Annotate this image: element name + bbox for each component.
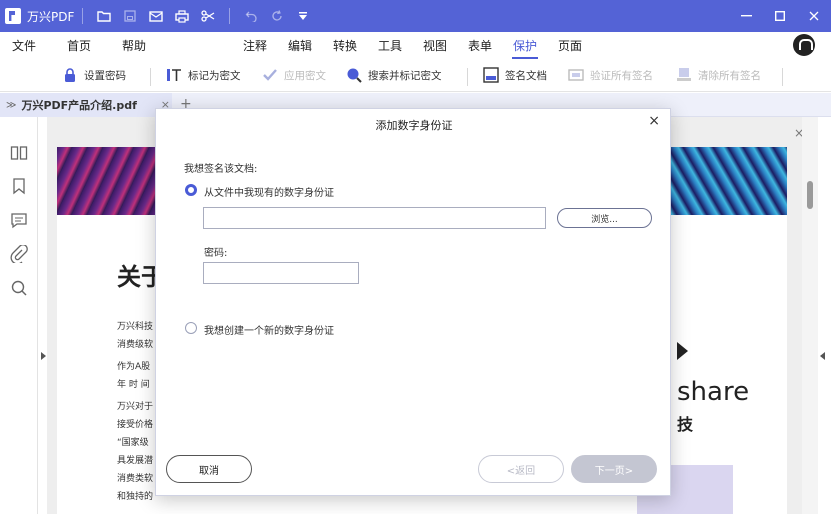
menu-file[interactable]: 文件 xyxy=(12,37,36,54)
titlebar-divider xyxy=(229,8,231,24)
existing-id-option-label[interactable]: 从文件中我现有的数字身份证 xyxy=(204,184,334,199)
page-text-line: 作为A股 xyxy=(117,362,151,372)
toolbar-divider xyxy=(467,68,468,86)
page-text-line: 和独持的 xyxy=(117,492,154,502)
brand-arrow-icon xyxy=(677,342,688,360)
page-text-line: 万兴对于 xyxy=(117,402,154,412)
redo-icon[interactable] xyxy=(264,0,290,32)
mail-icon[interactable] xyxy=(143,0,169,32)
comment-icon[interactable] xyxy=(10,211,28,229)
verify-signature-icon xyxy=(568,67,584,83)
browse-button[interactable]: 浏览... xyxy=(557,208,652,228)
app-title: 万兴PDF xyxy=(27,9,75,24)
menu-view[interactable]: 视图 xyxy=(423,37,447,54)
menu-edit[interactable]: 编辑 xyxy=(288,37,312,54)
menu-form[interactable]: 表单 xyxy=(468,37,492,54)
password-label: 密码: xyxy=(204,248,228,259)
new-id-option-label[interactable]: 我想创建一个新的数字身份证 xyxy=(204,322,334,337)
close-window-button[interactable] xyxy=(797,0,831,32)
cancel-button[interactable]: 取消 xyxy=(166,455,252,483)
print-icon[interactable] xyxy=(169,0,195,32)
page-text-line: “国家级 xyxy=(117,438,149,448)
protect-toolbar: 设置密码 标记为密文 应用密文 搜索并标记密文 签名文档 验证所有签名 清除所有… xyxy=(0,60,831,92)
maximize-button[interactable] xyxy=(763,0,797,32)
page-text-line: 接受价格 xyxy=(117,420,154,430)
titlebar-divider xyxy=(82,8,84,24)
menu-tools[interactable]: 工具 xyxy=(378,37,402,54)
lock-icon xyxy=(62,67,78,83)
left-panel-expand-icon[interactable] xyxy=(41,352,46,360)
undo-icon[interactable] xyxy=(238,0,264,32)
brand-logo-subtext: 技 xyxy=(677,415,694,434)
folder-icon[interactable] xyxy=(91,0,117,32)
document-tab[interactable]: ≫ 万兴PDF产品介绍.pdf × xyxy=(0,93,172,117)
toolbar-divider xyxy=(782,68,783,86)
menu-convert[interactable]: 转换 xyxy=(333,37,357,54)
right-panel-expand-icon[interactable] xyxy=(820,352,825,360)
verify-all-signatures-button[interactable]: 验证所有签名 xyxy=(568,67,653,83)
vertical-scrollbar[interactable] xyxy=(802,117,818,514)
attachment-icon[interactable] xyxy=(10,244,28,265)
dialog-close-icon[interactable]: × xyxy=(648,113,660,129)
search-mark-redaction-button[interactable]: 搜索并标记密文 xyxy=(346,67,442,83)
help-icon[interactable] xyxy=(793,34,815,56)
back-button[interactable]: <返回 xyxy=(478,455,564,483)
sign-prompt-label: 我想签名该文档: xyxy=(184,164,258,175)
bookmark-icon[interactable] xyxy=(10,177,28,195)
left-sidebar xyxy=(0,117,38,514)
menu-bar: 文件 首页 帮助 注释 编辑 转换 工具 视图 表单 保护 页面 xyxy=(0,32,831,60)
password-input[interactable] xyxy=(203,262,359,284)
menu-annotate[interactable]: 注释 xyxy=(243,37,267,54)
search-icon xyxy=(346,67,362,83)
next-button[interactable]: 下一页> xyxy=(571,455,657,483)
new-id-radio[interactable] xyxy=(185,322,197,334)
apply-redaction-button[interactable]: 应用密文 xyxy=(262,67,326,83)
scrollbar-thumb[interactable] xyxy=(807,181,813,209)
active-menu-indicator xyxy=(512,57,538,59)
page-text-line: 具发展潜 xyxy=(117,456,154,466)
dialog-title: 添加数字身份证 xyxy=(375,119,453,132)
minimize-button[interactable] xyxy=(729,0,763,32)
title-bar: 万兴PDF xyxy=(0,0,831,32)
existing-id-radio[interactable] xyxy=(185,184,197,196)
app-logo-icon xyxy=(5,8,21,24)
checkmark-icon xyxy=(262,67,278,83)
menu-help[interactable]: 帮助 xyxy=(122,37,146,54)
text-redaction-icon xyxy=(166,67,182,83)
set-password-button[interactable]: 设置密码 xyxy=(62,67,126,83)
save-icon[interactable] xyxy=(117,0,143,32)
sign-document-button[interactable]: 签名文档 xyxy=(483,67,547,83)
menu-protect[interactable]: 保护 xyxy=(513,37,537,54)
add-digital-id-dialog: 添加数字身份证 × 我想签名该文档: 从文件中我现有的数字身份证 浏览... 密… xyxy=(155,108,671,496)
page-text-line: 消费级软 xyxy=(117,340,154,350)
clear-all-signatures-button[interactable]: 清除所有签名 xyxy=(676,67,761,83)
toolbar-divider xyxy=(150,68,151,86)
page-text-line: 消费类软 xyxy=(117,474,154,484)
thumbnails-icon[interactable] xyxy=(10,144,28,162)
tab-filename: 万兴PDF产品介绍.pdf xyxy=(21,99,137,112)
menu-page[interactable]: 页面 xyxy=(558,37,582,54)
tab-list-chevron-icon[interactable]: ≫ xyxy=(6,100,16,111)
scissors-icon[interactable] xyxy=(195,0,221,32)
page-text-line: 年 时 间 xyxy=(117,380,150,390)
mark-redaction-button[interactable]: 标记为密文 xyxy=(166,67,241,83)
clear-signature-icon xyxy=(676,67,692,83)
page-text-line: 万兴科技 xyxy=(117,322,154,332)
brand-logo-text: share xyxy=(677,377,750,407)
signature-icon xyxy=(483,67,499,83)
search-panel-icon[interactable] xyxy=(10,279,28,297)
id-file-path-input[interactable] xyxy=(203,207,546,229)
menu-home[interactable]: 首页 xyxy=(67,37,91,54)
quick-access-dropdown-icon[interactable] xyxy=(290,0,316,32)
